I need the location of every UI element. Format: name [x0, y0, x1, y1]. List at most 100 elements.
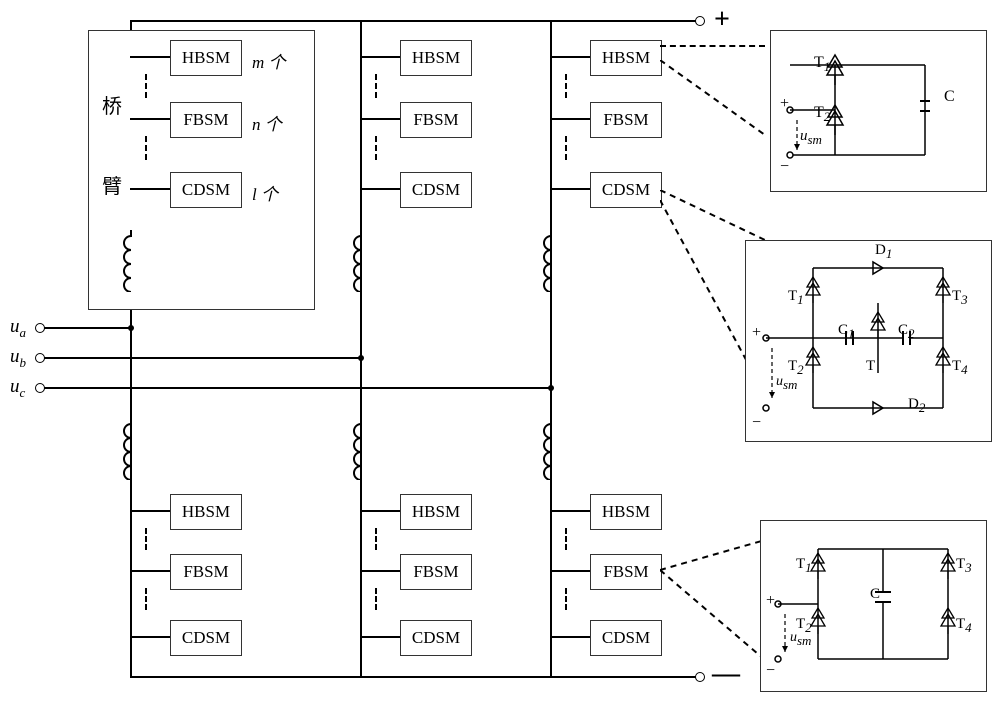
- fbsm-box: FBSM: [170, 102, 242, 138]
- cdsm-label: CDSM: [182, 628, 230, 648]
- fbsm-label: FBSM: [183, 110, 228, 130]
- hbsm-label: HBSM: [602, 48, 650, 68]
- cd-c1-label: C1: [838, 322, 855, 342]
- cdsm-box: CDSM: [590, 620, 662, 656]
- hb-t1-label: T1: [814, 54, 830, 75]
- arm-label-1: 桥: [102, 90, 122, 119]
- hb-c-label: C: [944, 88, 955, 106]
- arm-inductor: [348, 230, 374, 292]
- continuation-dash: [565, 528, 567, 550]
- fbsm-box: FBSM: [400, 554, 472, 590]
- ub-terminal: [35, 353, 45, 363]
- cdsm-count: l 个: [252, 180, 278, 205]
- stub-line: [360, 570, 400, 572]
- stub-line: [550, 570, 590, 572]
- callout-dash: [660, 60, 770, 140]
- hb-plus: +: [780, 95, 789, 113]
- uc-terminal: [35, 383, 45, 393]
- ua-line: [40, 327, 130, 329]
- hbsm-box: HBSM: [590, 40, 662, 76]
- hbsm-label: HBSM: [182, 502, 230, 522]
- stub-line: [360, 510, 400, 512]
- ua-terminal: [35, 323, 45, 333]
- stub-line: [130, 56, 170, 58]
- fbsm-box: FBSM: [400, 102, 472, 138]
- continuation-dash: [145, 136, 147, 160]
- cd-usm-label: usm: [776, 374, 797, 393]
- fbsm-label: FBSM: [603, 562, 648, 582]
- fb-minus: −: [766, 662, 775, 680]
- hbsm-box: HBSM: [400, 40, 472, 76]
- hb-minus: −: [780, 158, 789, 176]
- cdsm-detail-svg: [748, 243, 988, 438]
- stub-line: [130, 570, 170, 572]
- uc-line: [40, 387, 550, 389]
- cdsm-box: CDSM: [400, 172, 472, 208]
- stub-line: [550, 636, 590, 638]
- stub-line: [130, 636, 170, 638]
- dc-positive-rail: [130, 20, 700, 22]
- continuation-dash: [565, 588, 567, 610]
- stub-line: [550, 118, 590, 120]
- cdsm-label: CDSM: [602, 628, 650, 648]
- fbsm-label: FBSM: [603, 110, 648, 130]
- continuation-dash: [565, 136, 567, 160]
- arm-label-2: 臂: [102, 170, 122, 199]
- fb-c-label: C: [870, 586, 880, 603]
- hbsm-label: HBSM: [412, 502, 460, 522]
- fb-t1-label: T1: [796, 556, 812, 576]
- cd-t1-label: T1: [788, 288, 804, 308]
- callout-dash: [660, 45, 765, 47]
- fbsm-box: FBSM: [590, 102, 662, 138]
- stub-line: [550, 510, 590, 512]
- arm-inductor: [118, 418, 144, 480]
- cd-plus: +: [752, 324, 761, 342]
- continuation-dash: [565, 74, 567, 98]
- hbsm-label: HBSM: [412, 48, 460, 68]
- cdsm-box: CDSM: [170, 172, 242, 208]
- hbsm-label: HBSM: [602, 502, 650, 522]
- uc-label: uc: [10, 376, 25, 401]
- cd-d1-label: D1: [875, 242, 892, 262]
- cdsm-label: CDSM: [182, 180, 230, 200]
- stub-line: [550, 188, 590, 190]
- continuation-dash: [145, 588, 147, 610]
- fbsm-detail-svg: [763, 524, 983, 686]
- stub-line: [550, 56, 590, 58]
- cd-c2-label: C2: [898, 322, 915, 342]
- cd-t-label: T: [866, 358, 875, 375]
- dc-positive-terminal: [695, 16, 705, 26]
- fbsm-box: FBSM: [590, 554, 662, 590]
- stub-line: [130, 118, 170, 120]
- hbsm-box: HBSM: [170, 494, 242, 530]
- fb-t3-label: T3: [956, 556, 972, 576]
- hb-usm-label: usm: [800, 128, 822, 148]
- stub-line: [130, 510, 170, 512]
- cdsm-label: CDSM: [412, 180, 460, 200]
- hbsm-count: m 个: [252, 48, 286, 73]
- continuation-dash: [145, 74, 147, 98]
- dc-negative-rail: [130, 676, 700, 678]
- stub-line: [130, 188, 170, 190]
- cd-t3-label: T3: [952, 288, 968, 308]
- fbsm-count: n 个: [252, 110, 282, 135]
- fbsm-label: FBSM: [413, 110, 458, 130]
- cdsm-box: CDSM: [170, 620, 242, 656]
- continuation-dash: [375, 588, 377, 610]
- arm-inductor: [118, 230, 144, 292]
- fbsm-label: FBSM: [183, 562, 228, 582]
- cdsm-label: CDSM: [412, 628, 460, 648]
- hbsm-box: HBSM: [170, 40, 242, 76]
- callout-dash: [660, 570, 770, 670]
- arm-inductor: [538, 230, 564, 292]
- hbsm-detail-svg: [775, 35, 980, 185]
- continuation-dash: [375, 528, 377, 550]
- fb-usm-label: usm: [790, 630, 811, 649]
- stub-line: [360, 636, 400, 638]
- arm-inductor: [348, 418, 374, 480]
- arm-inductor: [538, 418, 564, 480]
- stub-line: [360, 56, 400, 58]
- fbsm-label: FBSM: [413, 562, 458, 582]
- hbsm-box: HBSM: [400, 494, 472, 530]
- fb-plus: +: [766, 592, 775, 610]
